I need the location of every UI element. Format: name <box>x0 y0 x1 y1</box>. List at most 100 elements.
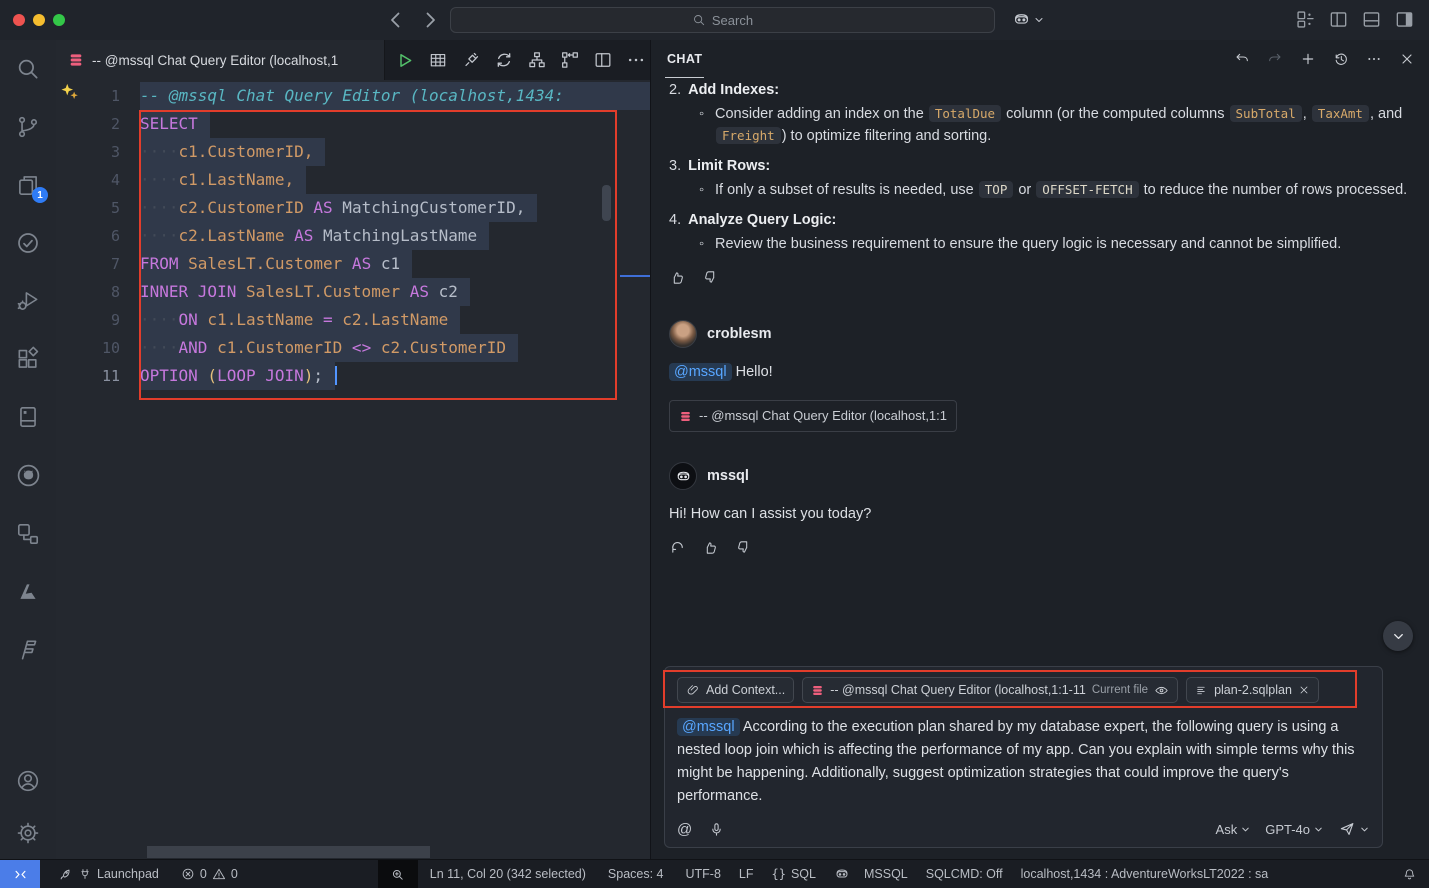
eol-item[interactable]: LF <box>739 867 754 881</box>
more-actions-button[interactable] <box>626 50 646 70</box>
zoom-indicator[interactable] <box>378 860 418 888</box>
tab-title: -- @mssql Chat Query Editor (localhost,1 <box>92 53 338 68</box>
code-token: -- @mssql Chat Query Editor (localhost,1… <box>140 86 564 105</box>
horizontal-scrollbar[interactable] <box>147 846 430 858</box>
code-text: ····c1.CustomerID, <box>140 138 650 166</box>
cursor-position-item[interactable]: Ln 11, Col 20 (342 selected) <box>430 867 586 881</box>
assistant-avatar <box>669 462 697 490</box>
list-bullet: ◦Consider adding an index on the TotalDu… <box>669 103 1411 147</box>
code-token: <> <box>342 338 371 357</box>
launchpad-status-item[interactable]: Launchpad <box>58 867 159 882</box>
fabric-icon[interactable] <box>15 637 41 663</box>
list-item-number: 4. <box>669 209 681 231</box>
chat-input-text[interactable]: @mssql According to the execution plan s… <box>677 716 1370 808</box>
line-number: 10 <box>56 334 140 362</box>
thumbs-up-icon[interactable] <box>702 539 719 556</box>
code-line: 8INNER JOIN SalesLT.Customer AS c2 <box>56 278 650 306</box>
search-view-icon[interactable] <box>15 56 41 82</box>
run-and-debug-icon[interactable] <box>15 288 41 314</box>
add-context-button[interactable]: Add Context... <box>677 677 794 703</box>
remote-icon <box>13 867 28 882</box>
chat-redo-button[interactable] <box>1267 51 1283 67</box>
error-icon <box>181 867 195 881</box>
notifications-bell[interactable] <box>1402 867 1417 882</box>
mssql-status-item[interactable]: MSSQL <box>864 867 908 881</box>
current-file-context-chip[interactable]: -- @mssql Chat Query Editor (localhost,1… <box>802 677 1178 703</box>
sqlcmd-status-item[interactable]: SQLCMD: Off <box>926 867 1003 881</box>
chat-tab[interactable]: CHAT <box>665 40 704 78</box>
copilot-status-item[interactable] <box>834 866 850 882</box>
encoding-item[interactable]: UTF-8 <box>686 867 721 881</box>
navigate-forward-button[interactable] <box>418 8 442 32</box>
attached-file-chip[interactable]: -- @mssql Chat Query Editor (localhost,1… <box>669 400 957 432</box>
line-number: 2 <box>56 110 140 138</box>
split-editor-button[interactable] <box>593 50 613 70</box>
toggle-primary-sidebar-button[interactable] <box>1328 9 1349 30</box>
change-connection-button[interactable] <box>494 50 514 70</box>
scroll-to-bottom-button[interactable] <box>1383 621 1413 651</box>
results-grid-button[interactable] <box>428 50 448 70</box>
attachment-label: -- @mssql Chat Query Editor (localhost,1… <box>699 405 947 427</box>
chat-more-actions-button[interactable] <box>1366 51 1382 67</box>
rerun-icon[interactable] <box>669 539 686 556</box>
code-token: INNER JOIN <box>140 282 236 301</box>
code-editor[interactable]: 1-- @mssql Chat Query Editor (localhost,… <box>56 80 650 860</box>
eye-icon[interactable] <box>1154 683 1169 698</box>
thumbs-down-icon[interactable] <box>735 539 752 556</box>
accounts-icon[interactable] <box>15 768 41 794</box>
copilot-menu-button[interactable] <box>1012 10 1045 29</box>
actual-plan-button[interactable] <box>560 50 580 70</box>
close-window-button[interactable] <box>13 14 25 26</box>
language-mode-item[interactable]: {} SQL <box>772 867 816 881</box>
extensions-icon[interactable] <box>15 346 41 372</box>
toggle-secondary-sidebar-button[interactable] <box>1394 9 1415 30</box>
testing-icon[interactable] <box>15 230 41 256</box>
toggle-panel-button[interactable] <box>1361 9 1382 30</box>
inline-code: TaxAmt <box>1312 105 1369 122</box>
problems-status-item[interactable]: 0 0 <box>181 867 238 881</box>
close-chat-button[interactable] <box>1399 51 1415 67</box>
line-number: 9 <box>56 306 140 334</box>
new-chat-button[interactable] <box>1300 51 1316 67</box>
navigate-back-button[interactable] <box>384 8 408 32</box>
code-token: MatchingLastName <box>313 226 477 245</box>
code-token: ) <box>304 366 314 385</box>
azure-icon[interactable] <box>15 579 41 605</box>
message-author: mssql <box>707 465 749 487</box>
whitespace-dots: ···· <box>140 310 179 329</box>
chat-mode-dropdown[interactable]: Ask <box>1216 822 1252 837</box>
run-query-button[interactable] <box>394 50 415 71</box>
editor-tab[interactable]: -- @mssql Chat Query Editor (localhost,1 <box>56 40 385 80</box>
thumbs-up-icon[interactable] <box>669 269 686 286</box>
chat-undo-button[interactable] <box>1234 51 1250 67</box>
thumbs-down-icon[interactable] <box>702 269 719 286</box>
microphone-icon[interactable] <box>708 821 725 838</box>
vertical-scrollbar[interactable] <box>602 185 611 221</box>
disconnect-button[interactable] <box>461 50 481 70</box>
chat-list-item: 4.Analyze Query Logic:◦Review the busine… <box>669 209 1411 255</box>
plan-file-context-chip[interactable]: plan-2.sqlplan <box>1186 677 1319 703</box>
estimated-plan-button[interactable] <box>527 50 547 70</box>
model-picker-dropdown[interactable]: GPT-4o <box>1265 822 1324 837</box>
settings-gear-icon[interactable] <box>15 820 41 846</box>
database-projects-icon[interactable] <box>15 404 41 430</box>
maximize-window-button[interactable] <box>53 14 65 26</box>
mention-icon[interactable]: @ <box>677 821 692 838</box>
remove-chip-icon[interactable] <box>1298 684 1310 696</box>
remote-indicator[interactable] <box>0 860 40 888</box>
chat-message-list[interactable]: 2.Add Indexes:◦Consider adding an index … <box>651 78 1429 668</box>
chevron-down-icon <box>1391 629 1406 644</box>
command-center-search[interactable]: Search <box>450 7 995 33</box>
connections-icon[interactable] <box>15 521 41 547</box>
source-control-icon[interactable] <box>15 114 41 140</box>
indentation-item[interactable]: Spaces: 4 <box>608 867 664 881</box>
chat-input-box[interactable]: Add Context... -- @mssql Chat Query Edit… <box>664 666 1383 848</box>
customize-layout-button[interactable] <box>1295 9 1316 30</box>
explorer-icon[interactable]: 1 <box>15 172 41 198</box>
minimize-window-button[interactable] <box>33 14 45 26</box>
titlebar: Search <box>0 0 1429 41</box>
github-icon[interactable] <box>15 462 42 489</box>
connection-status-item[interactable]: localhost,1434 : AdventureWorksLT2022 : … <box>1021 867 1269 881</box>
chat-history-button[interactable] <box>1333 51 1349 67</box>
send-message-button[interactable] <box>1338 820 1370 838</box>
